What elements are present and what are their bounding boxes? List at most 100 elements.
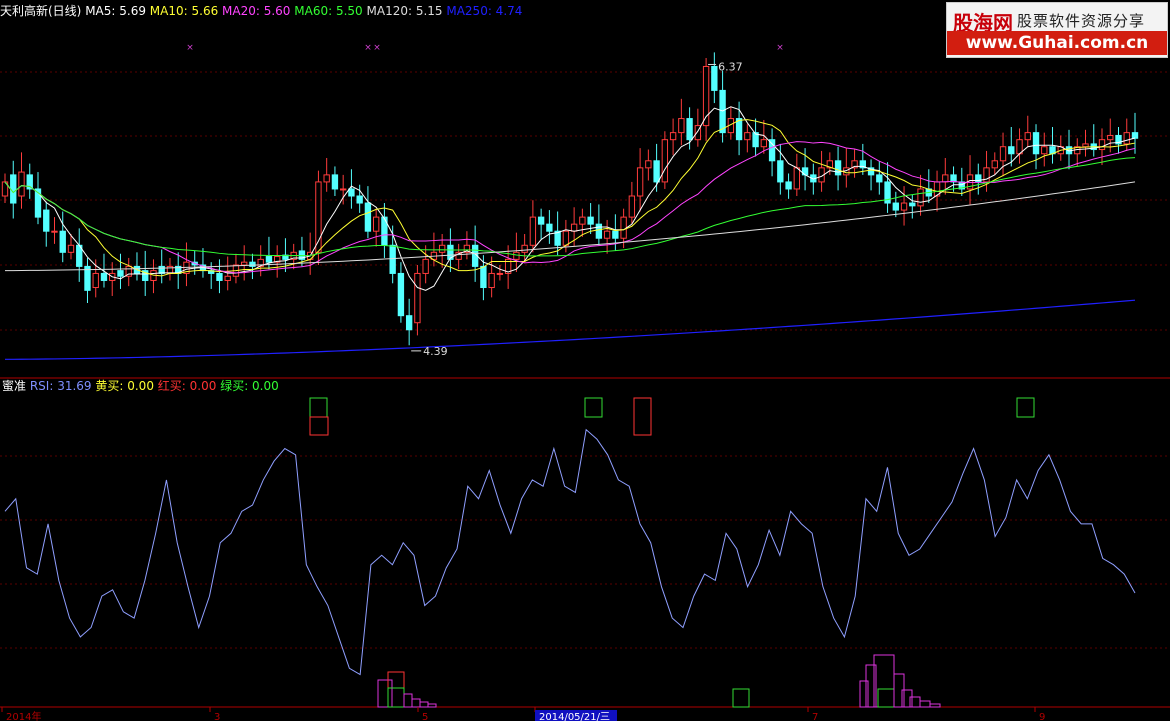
candle-body [595, 223, 603, 239]
candle-body [942, 174, 949, 183]
candle-body [216, 272, 223, 281]
indicator-legend-item: 黄买: 0.00 [91, 379, 154, 393]
candle-body [603, 230, 611, 239]
signal-bar [929, 703, 941, 708]
candle-body [480, 265, 487, 289]
signal-box [309, 397, 328, 418]
signal-box [1016, 397, 1035, 418]
price-legend: 天利高新(日线) MA5: 5.69 MA10: 5.66 MA20: 5.60… [0, 3, 522, 19]
candle-body [339, 188, 347, 191]
candle-body [661, 139, 669, 183]
signal-mark: × [186, 43, 194, 53]
time-label: 2014年 [6, 710, 41, 721]
stock-chart[interactable]: 6.374.39× × × ×2014年 3 5 2014/05/21/三 7 9 [0, 0, 1170, 721]
signal-box [584, 397, 603, 418]
candle-body [1131, 132, 1139, 139]
candle-body [92, 272, 99, 289]
candle-body [438, 244, 446, 253]
low-label: 4.39 [423, 345, 448, 358]
candle-body [620, 216, 627, 239]
ma5-line [4, 106, 1136, 291]
candle-body [356, 195, 363, 204]
candle-body [224, 275, 231, 281]
signal-bar [387, 687, 405, 708]
ma60-line [4, 157, 1136, 257]
candle-body [719, 89, 726, 134]
ma20-line [4, 141, 1136, 274]
candle-body [397, 272, 405, 317]
signal-mark: × [776, 43, 784, 53]
time-label: 2014/05/21/三 [539, 712, 610, 721]
candle-body [645, 160, 652, 169]
candle-body [562, 230, 570, 246]
candle-body [653, 160, 660, 183]
watermark-slogan: 股票软件资源分享 [1017, 12, 1146, 30]
candle-body [1107, 134, 1114, 141]
signal-bar [873, 654, 895, 708]
candle-body [570, 223, 578, 232]
candle-body [678, 118, 685, 134]
candle-body [496, 272, 504, 275]
signal-bar [859, 680, 869, 708]
high-label: 6.37 [718, 60, 743, 73]
candle-body [1008, 146, 1015, 155]
candle-body [18, 171, 25, 197]
candle-body [900, 202, 908, 211]
candle-body [628, 195, 636, 218]
stock-name: 天利高新(日线) [0, 4, 82, 18]
candle-body [636, 167, 644, 197]
candle-body [100, 272, 108, 281]
signal-bar [732, 688, 750, 708]
candle-body [117, 270, 124, 277]
candle-body [529, 216, 537, 246]
indicator-legend-item: 红买: 0.00 [153, 379, 217, 393]
candle-body [59, 230, 66, 253]
candle-body [513, 251, 520, 260]
candle-body [1032, 132, 1040, 155]
indicator-values: RSI: 31.69 黄买: 0.00 红买: 0.00 绿买: 0.00 [30, 379, 279, 393]
candle-body [892, 202, 899, 211]
candle-body [348, 188, 355, 197]
candle-body [537, 216, 545, 225]
candle-body [909, 202, 916, 207]
ma-legend-item: MA20: 5.60 [218, 4, 291, 18]
candle-body [265, 256, 273, 263]
indicator-name: 蜜准 [2, 379, 27, 393]
candle-body [51, 230, 58, 233]
signal-bar [919, 700, 931, 708]
candle-body [422, 258, 429, 274]
time-label: 3 [214, 712, 220, 721]
signal-bar [411, 698, 421, 708]
candle-body [991, 160, 998, 169]
watermark-logo: 股海网 股票软件资源分享 www.Guhai.com.cn [946, 2, 1168, 58]
candle-body [686, 118, 693, 141]
candle-body [521, 244, 528, 253]
candle-body [711, 65, 718, 91]
indicator-legend-item: RSI: 31.69 [29, 379, 92, 393]
ma120-line [4, 181, 1136, 272]
candle-body [834, 160, 842, 176]
indicator-legend-item: 绿买: 0.00 [216, 379, 279, 393]
ma-legend-item: MA60: 5.50 [290, 4, 363, 18]
candle-body [405, 315, 413, 331]
signal-bar [377, 679, 393, 708]
signal-bar [877, 688, 895, 708]
candle-body [1082, 143, 1089, 148]
candle-body [488, 272, 495, 289]
candle-body [331, 174, 339, 190]
candle-body [364, 202, 372, 232]
candle-body [249, 261, 256, 267]
candle-body [587, 216, 594, 225]
candle-body [777, 160, 784, 183]
candle-body [372, 216, 380, 232]
candle-body [876, 174, 883, 183]
candle-body [67, 244, 75, 253]
signal-bar [419, 701, 429, 708]
candle-body [389, 244, 396, 274]
signal-bar [427, 703, 437, 708]
candle-body [43, 209, 50, 232]
ma-legend-item: MA5: 5.69 [85, 4, 146, 18]
time-label: 7 [812, 712, 818, 721]
candle-body [1024, 132, 1031, 141]
candle-body [793, 167, 801, 190]
